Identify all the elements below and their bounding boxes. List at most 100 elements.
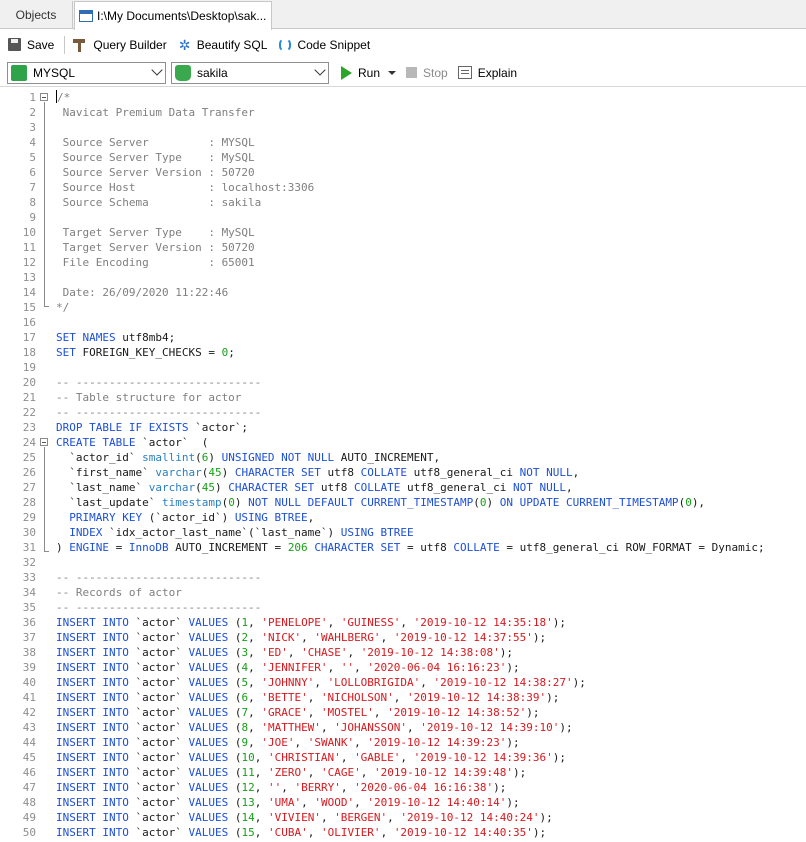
code-line[interactable]: 20 -- ---------------------------- (0, 375, 806, 390)
code-token: `actor` (135, 631, 189, 644)
line-number: 43 (22, 721, 36, 734)
code-line[interactable]: 39 INSERT INTO `actor` VALUES (4, 'JENNIF… (0, 660, 806, 675)
code-snippet-button[interactable]: Code Snippet (275, 34, 374, 56)
sql-editor[interactable]: 1/* 2 Navicat Premium Data Transfer 3 4 Sou… (0, 88, 806, 842)
line-number: 35 (22, 601, 36, 614)
beautify-sql-button[interactable]: ✲ Beautify SQL (175, 34, 272, 56)
code-token: VALUES (188, 826, 235, 839)
code-line[interactable]: 5 Source Server Type : MySQL (0, 150, 806, 165)
code-line[interactable]: 38 INSERT INTO `actor` VALUES (3, 'ED', '… (0, 645, 806, 660)
tab-objects[interactable]: Objects (0, 1, 73, 29)
stop-button[interactable]: Stop (406, 66, 448, 80)
code-token: '2019-10-12 14:39:36' (413, 751, 553, 764)
code-line[interactable]: 41 INSERT INTO `actor` VALUES (6, 'BETTE'… (0, 690, 806, 705)
code-line[interactable]: 46 INSERT INTO `actor` VALUES (11, 'ZERO'… (0, 765, 806, 780)
code-line[interactable]: 44 INSERT INTO `actor` VALUES (9, 'JOE', … (0, 735, 806, 750)
code-text: SET NAMES utf8mb4; (56, 330, 175, 345)
code-line[interactable]: 33 -- ---------------------------- (0, 570, 806, 585)
code-line[interactable]: 32 (0, 555, 806, 570)
run-label: Run (358, 65, 381, 80)
code-line[interactable]: 27 `last_name` varchar(45) CHARACTER SET… (0, 480, 806, 495)
query-builder-button[interactable]: Query Builder (69, 34, 170, 56)
code-token: `actor` (135, 766, 189, 779)
code-line[interactable]: 13 (0, 270, 806, 285)
code-line[interactable]: 43 INSERT INTO `actor` VALUES (8, 'MATTHE… (0, 720, 806, 735)
code-line[interactable]: 25 `actor_id` smallint(6) UNSIGNED NOT N… (0, 450, 806, 465)
code-token: /* (57, 91, 71, 104)
code-token: ); (559, 721, 573, 734)
code-line[interactable]: 6 Source Server Version : 50720 (0, 165, 806, 180)
code-text: INSERT INTO `actor` VALUES (12, '', 'BER… (56, 780, 506, 795)
code-token: , (307, 826, 321, 839)
code-line[interactable]: 18 SET FOREIGN_KEY_CHECKS = 0; (0, 345, 806, 360)
save-button[interactable]: Save (4, 34, 58, 56)
connection-value: MYSQL (33, 65, 76, 80)
code-token: 'WOOD' (314, 796, 355, 809)
code-line[interactable]: 3 (0, 120, 806, 135)
code-line[interactable]: 30 INDEX `idx_actor_last_name`(`last_nam… (0, 525, 806, 540)
code-token: FOREIGN_KEY_CHECKS = (82, 346, 222, 359)
code-token: InnoDB (128, 541, 176, 554)
code-line[interactable]: 37 INSERT INTO `actor` VALUES (2, 'NICK',… (0, 630, 806, 645)
code-line[interactable]: 36 INSERT INTO `actor` VALUES (1, 'PENELO… (0, 615, 806, 630)
code-line[interactable]: 4 Source Server : MYSQL (0, 135, 806, 150)
code-line[interactable]: 34 -- Records of actor (0, 585, 806, 600)
code-line[interactable]: 29 PRIMARY KEY (`actor_id`) USING BTREE, (0, 510, 806, 525)
code-line[interactable]: 2 Navicat Premium Data Transfer (0, 105, 806, 120)
explain-button[interactable]: Explain (457, 66, 517, 80)
code-line[interactable]: 50 INSERT INTO `actor` VALUES (15, 'CUBA'… (0, 825, 806, 840)
code-token: smallint (142, 451, 196, 464)
code-token: 'GABLE' (354, 751, 401, 764)
code-line[interactable]: 8 Source Schema : sakila (0, 195, 806, 210)
run-dropdown-icon[interactable] (388, 70, 397, 75)
code-text: Target Server Type : MySQL (56, 225, 255, 240)
code-token: 45 (201, 481, 215, 494)
code-text: /* (56, 90, 70, 105)
code-token: VALUES (188, 796, 235, 809)
code-line[interactable]: 15 */ (0, 300, 806, 315)
code-token: INSERT INTO (56, 661, 136, 674)
code-token: `actor` (135, 721, 189, 734)
code-line[interactable]: 10 Target Server Type : MySQL (0, 225, 806, 240)
code-line[interactable]: 21 -- Table structure for actor (0, 390, 806, 405)
code-line[interactable]: 42 INSERT INTO `actor` VALUES (7, 'GRACE'… (0, 705, 806, 720)
code-line[interactable]: 40 INSERT INTO `actor` VALUES (5, 'JOHNNY… (0, 675, 806, 690)
code-line[interactable]: 1 /* (0, 90, 806, 105)
code-line[interactable]: 9 (0, 210, 806, 225)
code-line[interactable]: 16 (0, 315, 806, 330)
connection-select[interactable]: MYSQL (7, 61, 166, 84)
code-line[interactable]: 11 Target Server Version : 50720 (0, 240, 806, 255)
code-token: INSERT INTO (56, 781, 136, 794)
tab-query-file[interactable]: I:\My Documents\Desktop\sak... (74, 1, 272, 30)
code-token: (`actor_id`) (148, 511, 235, 524)
code-line[interactable]: 48 INSERT INTO `actor` VALUES (13, 'UMA',… (0, 795, 806, 810)
code-line[interactable]: 23 DROP TABLE IF EXISTS `actor`; (0, 420, 806, 435)
code-token: INSERT INTO (56, 646, 136, 659)
tab-query-label: I:\My Documents\Desktop\sak... (97, 9, 267, 23)
code-line[interactable]: 12 File Encoding : 65001 (0, 255, 806, 270)
code-line[interactable]: 7 Source Host : localhost:3306 (0, 180, 806, 195)
code-line[interactable]: 19 (0, 360, 806, 375)
code-line[interactable]: 26 `first_name` varchar(45) CHARACTER SE… (0, 465, 806, 480)
code-token: '2019-10-12 14:38:27' (433, 676, 573, 689)
database-select[interactable]: sakila (171, 61, 329, 84)
code-token: 0 (479, 496, 487, 509)
code-line[interactable]: 22 -- ---------------------------- (0, 405, 806, 420)
code-line[interactable]: 31) ENGINE = InnoDB AUTO_INCREMENT = 206… (0, 540, 806, 555)
code-token: `last_name` (56, 481, 149, 494)
code-line[interactable]: 14 Date: 26/09/2020 11:22:46 (0, 285, 806, 300)
run-button[interactable]: Run (341, 65, 397, 80)
code-line[interactable]: 28 `last_update` timestamp (0) NOT NULL D… (0, 495, 806, 510)
code-token: ); (572, 676, 586, 689)
code-line[interactable]: 45 INSERT INTO `actor` VALUES (10, 'CHRIS… (0, 750, 806, 765)
code-line[interactable]: 47 INSERT INTO `actor` VALUES (12, '', 'B… (0, 780, 806, 795)
code-text: ) ENGINE = InnoDB AUTO_INCREMENT = 206 C… (56, 540, 765, 555)
code-line[interactable]: 17 SET NAMES utf8mb4; (0, 330, 806, 345)
code-token: ( (473, 496, 480, 509)
code-token: INSERT INTO (56, 811, 136, 824)
code-line[interactable]: 24 CREATE TABLE `actor` ( (0, 435, 806, 450)
code-token: , (354, 661, 368, 674)
code-line[interactable]: 35 -- ---------------------------- (0, 600, 806, 615)
line-number: 25 (22, 451, 36, 464)
code-line[interactable]: 49 INSERT INTO `actor` VALUES (14, 'VIVIE… (0, 810, 806, 825)
